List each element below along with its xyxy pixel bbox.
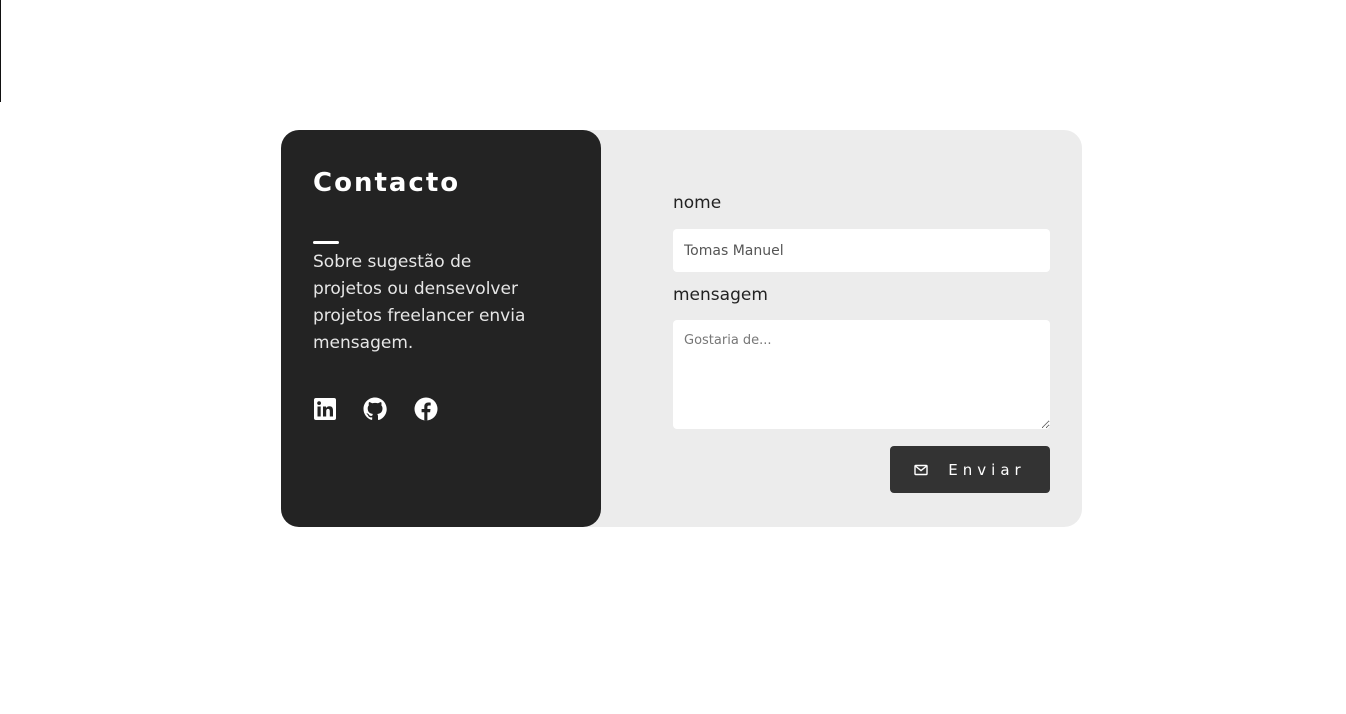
envelope-icon [914,463,928,477]
title-divider [313,241,339,244]
github-link[interactable] [363,397,387,421]
contact-info-panel: Contacto Sobre sugestão de projetos ou d… [281,130,601,527]
name-label: nome [673,193,722,213]
message-label: mensagem [673,285,768,305]
send-button[interactable]: Enviar [890,446,1050,493]
name-input[interactable] [673,229,1050,272]
send-button-label: Enviar [948,460,1026,479]
facebook-icon [414,397,438,421]
linkedin-link[interactable] [313,397,337,421]
linkedin-icon [313,397,337,421]
contact-form: nome mensagem Enviar [673,130,1050,527]
window-edge-line [0,0,1,102]
contact-description: Sobre sugestão de projetos ou densevolve… [313,252,526,353]
contact-card: Contacto Sobre sugestão de projetos ou d… [281,130,1082,527]
facebook-link[interactable] [414,397,438,421]
contact-title: Contacto [313,168,461,198]
github-icon [363,397,387,421]
message-textarea[interactable] [673,320,1050,429]
